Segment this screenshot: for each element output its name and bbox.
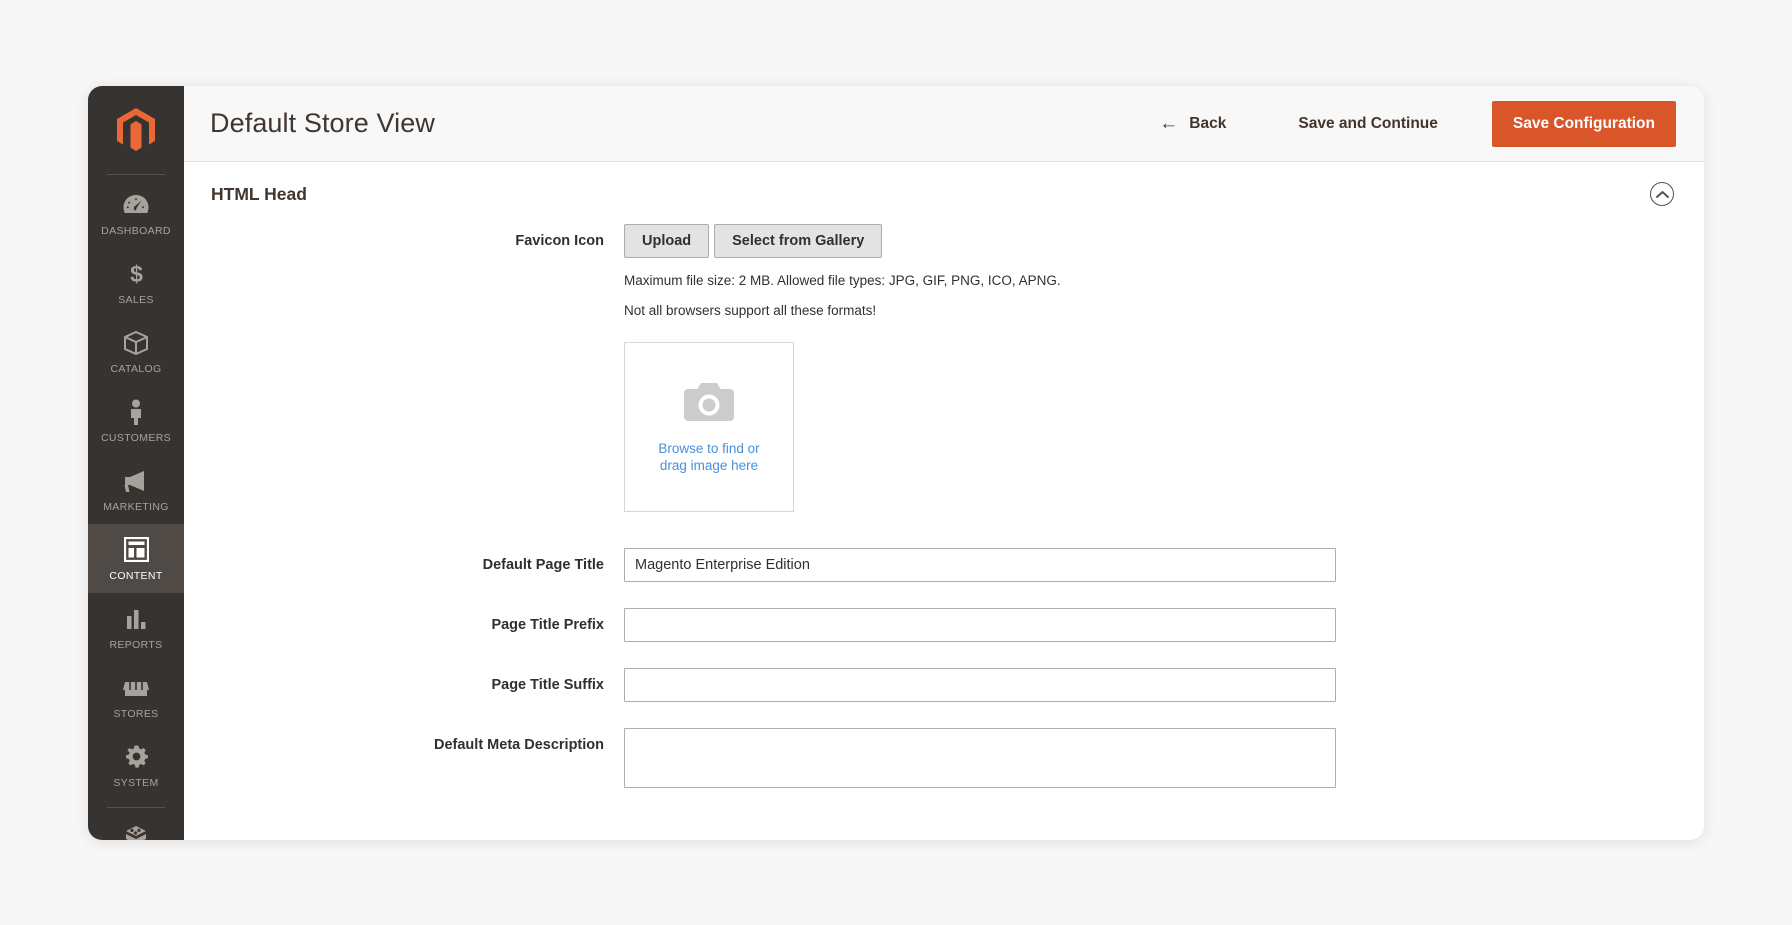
chevron-up-glyph bbox=[1655, 190, 1669, 198]
sidebar-item-label: REPORTS bbox=[109, 639, 163, 651]
person-icon bbox=[90, 399, 182, 425]
sidebar-item-find-partners[interactable]: FIND PARTNERS bbox=[88, 810, 184, 840]
dropzone-text: Browse to find or drag image here bbox=[658, 440, 759, 475]
dollar-icon: $ bbox=[90, 261, 182, 287]
sidebar-item-label: CUSTOMERS bbox=[100, 432, 172, 444]
favicon-note-browsers: Not all browsers support all these forma… bbox=[624, 302, 877, 318]
arrow-left-icon: ← bbox=[1159, 113, 1179, 134]
bar-chart-icon bbox=[90, 606, 182, 632]
default-meta-description-label: Default Meta Description bbox=[434, 737, 604, 754]
megaphone-icon bbox=[90, 468, 182, 494]
back-button-label: Back bbox=[1189, 114, 1227, 132]
magento-logo-icon bbox=[117, 108, 155, 151]
page-title-suffix-label: Page Title Suffix bbox=[491, 677, 604, 694]
default-meta-description-input[interactable] bbox=[624, 728, 1336, 789]
main-sidebar: DASHBOARD $ SALES CATALOG CUSTOMERS MARK… bbox=[88, 86, 184, 840]
sidebar-item-reports[interactable]: REPORTS bbox=[88, 593, 184, 662]
field-row-page-title-prefix: Page Title Prefix bbox=[184, 608, 1704, 643]
gear-icon bbox=[90, 744, 182, 770]
page-title-prefix-input[interactable] bbox=[624, 608, 1336, 643]
main-content-area: Default Store View ← Back Save and Conti… bbox=[184, 86, 1704, 840]
bottom-fade-overlay bbox=[184, 800, 1704, 840]
sidebar-item-catalog[interactable]: CATALOG bbox=[88, 317, 184, 386]
dashboard-icon bbox=[90, 192, 182, 218]
sidebar-item-customers[interactable]: CUSTOMERS bbox=[88, 386, 184, 455]
field-row-favicon-icon: Favicon Icon Upload Select from Gallery … bbox=[184, 224, 1704, 513]
favicon-button-group: Upload Select from Gallery bbox=[624, 224, 1704, 258]
svg-text:$: $ bbox=[130, 261, 143, 287]
favicon-note-filesize: Maximum file size: 2 MB. Allowed file ty… bbox=[624, 273, 1061, 288]
image-dropzone[interactable]: Browse to find or drag image here bbox=[624, 342, 794, 513]
favicon-icon-control: Upload Select from Gallery Maximum file … bbox=[624, 224, 1704, 513]
layout-icon bbox=[90, 537, 182, 563]
sidebar-divider-top bbox=[107, 174, 165, 175]
back-button[interactable]: ← Back bbox=[1141, 104, 1244, 143]
config-scroll-body[interactable]: HTML Head Favicon Icon Upload Select fro… bbox=[184, 162, 1704, 840]
box-icon bbox=[90, 330, 182, 356]
sidebar-item-stores[interactable]: STORES bbox=[88, 662, 184, 731]
field-row-default-page-title: Default Page Title bbox=[184, 548, 1704, 583]
storefront-icon bbox=[90, 675, 182, 701]
default-page-title-input[interactable] bbox=[624, 548, 1336, 583]
default-meta-description-control bbox=[624, 728, 1704, 793]
sidebar-item-label: CATALOG bbox=[110, 363, 162, 375]
header-actions: ← Back Save and Continue Save Configurat… bbox=[1141, 100, 1676, 147]
section-title: HTML Head bbox=[211, 183, 307, 204]
save-configuration-button[interactable]: Save Configuration bbox=[1491, 100, 1676, 147]
camera-icon bbox=[683, 380, 735, 427]
favicon-icon-label: Favicon Icon bbox=[515, 233, 604, 249]
sidebar-item-label: CONTENT bbox=[109, 570, 163, 582]
sidebar-item-label: SALES bbox=[118, 294, 154, 306]
upload-button[interactable]: Upload bbox=[624, 224, 710, 258]
magento-logo[interactable] bbox=[88, 86, 184, 174]
chevron-up-circle-icon[interactable] bbox=[1650, 182, 1674, 206]
page-header: Default Store View ← Back Save and Conti… bbox=[184, 86, 1704, 162]
extension-icon bbox=[90, 823, 182, 840]
sidebar-item-content[interactable]: CONTENT bbox=[88, 524, 184, 593]
page-title-prefix-control bbox=[624, 608, 1704, 643]
page-title: Default Store View bbox=[210, 108, 435, 138]
admin-window: DASHBOARD $ SALES CATALOG CUSTOMERS MARK… bbox=[88, 86, 1704, 840]
default-page-title-label: Default Page Title bbox=[482, 557, 604, 574]
sidebar-divider-bottom bbox=[107, 807, 165, 808]
dropzone-text-line-1: Browse to find or bbox=[658, 440, 760, 456]
sidebar-item-marketing[interactable]: MARKETING bbox=[88, 455, 184, 524]
select-from-gallery-button[interactable]: Select from Gallery bbox=[714, 224, 883, 258]
sidebar-item-label: MARKETING bbox=[103, 501, 169, 513]
sidebar-item-system[interactable]: SYSTEM bbox=[88, 731, 184, 800]
page-title-suffix-input[interactable] bbox=[624, 668, 1336, 703]
save-and-continue-button[interactable]: Save and Continue bbox=[1276, 105, 1460, 143]
page-title-suffix-control bbox=[624, 668, 1704, 703]
page-title-prefix-label: Page Title Prefix bbox=[491, 617, 604, 634]
sidebar-item-label: STORES bbox=[113, 708, 159, 720]
field-row-default-meta-description: Default Meta Description bbox=[184, 728, 1704, 793]
sidebar-item-dashboard[interactable]: DASHBOARD bbox=[88, 179, 184, 248]
field-row-page-title-suffix: Page Title Suffix bbox=[184, 668, 1704, 703]
default-page-title-control bbox=[624, 548, 1704, 583]
section-header-html-head[interactable]: HTML Head bbox=[184, 162, 1704, 224]
sidebar-item-label: DASHBOARD bbox=[101, 225, 171, 237]
sidebar-item-sales[interactable]: $ SALES bbox=[88, 248, 184, 317]
dropzone-text-line-2: drag image here bbox=[659, 458, 759, 474]
sidebar-item-label: SYSTEM bbox=[113, 777, 159, 789]
